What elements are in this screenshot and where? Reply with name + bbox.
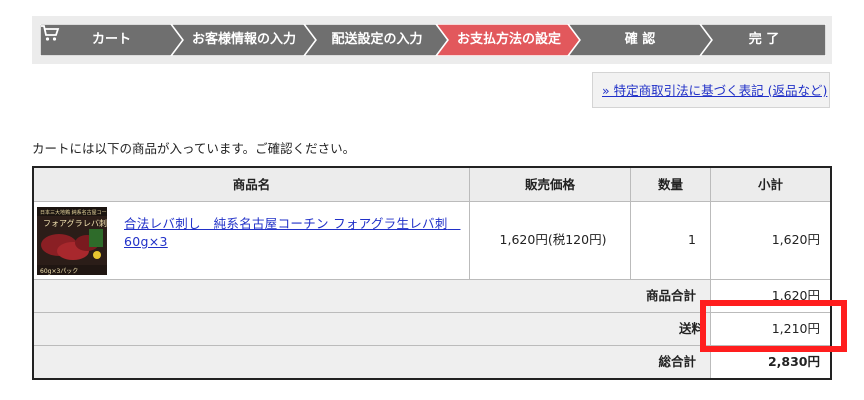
step-confirm: 確 認 xyxy=(624,32,656,47)
shipping-highlight-box xyxy=(700,300,847,352)
item-qty: 1 xyxy=(631,202,711,280)
step-customer-info: お客様情報の入力 xyxy=(191,32,296,47)
svg-text:日本三大地鶏 純系名古屋コーチン: 日本三大地鶏 純系名古屋コーチン xyxy=(40,209,107,216)
item-subtotal: 1,620円 xyxy=(711,202,830,280)
item-name-cell: 日本三大地鶏 純系名古屋コーチン フォアグラ レバ刺 60g×3パック 合法レバ… xyxy=(34,202,470,280)
header-name: 商品名 xyxy=(34,168,470,202)
item-price: 1,620円(税120円) xyxy=(470,202,631,280)
step-shipping: 配送設定の入力 xyxy=(331,32,423,47)
product-name-link[interactable]: 合法レバ刺し 純系名古屋コーチン フォアグラ生レバ刺 60g×3 xyxy=(124,215,464,251)
step-complete: 完 了 xyxy=(748,32,780,47)
cart-notice: カートには以下の商品が入っています。ご確認ください。 xyxy=(32,141,356,156)
svg-text:レバ刺: レバ刺 xyxy=(83,219,107,228)
svg-text:フォアグラ: フォアグラ xyxy=(43,218,83,228)
commercial-law-link[interactable]: » 特定商取引法に基づく表記 (返品など) xyxy=(602,73,827,109)
items-total-label: 商品合計 xyxy=(34,280,711,313)
liver-sashimi-icon: 日本三大地鶏 純系名古屋コーチン フォアグラ レバ刺 60g×3パック xyxy=(37,207,107,275)
product-image[interactable]: 日本三大地鶏 純系名古屋コーチン フォアグラ レバ刺 60g×3パック xyxy=(37,207,107,275)
step-cart: カート xyxy=(92,32,132,47)
grand-total-label: 総合計 xyxy=(34,346,711,378)
shipping-label: 送料 xyxy=(34,313,711,346)
header-price: 販売価格 xyxy=(470,168,631,202)
checkout-steps: カート お客様情報の入力 配送設定の入力 お支払方法の設定 確 認 完 了 xyxy=(32,16,832,64)
cart-icon xyxy=(41,25,60,41)
svg-text:60g×3パック: 60g×3パック xyxy=(40,268,78,275)
header-subtotal: 小計 xyxy=(711,168,830,202)
step-payment: お支払方法の設定 xyxy=(456,32,561,47)
steps-track: カート お客様情報の入力 配送設定の入力 お支払方法の設定 確 認 完 了 xyxy=(40,24,826,56)
law-link-box: » 特定商取引法に基づく表記 (返品など) xyxy=(592,72,830,108)
header-qty: 数量 xyxy=(631,168,711,202)
